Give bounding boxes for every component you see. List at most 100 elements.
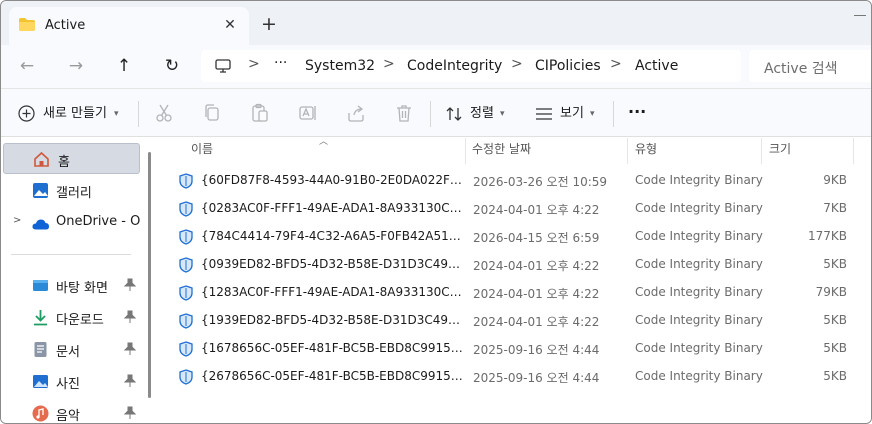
sidebar-item-label: 갤러리 — [56, 186, 92, 201]
column-header-size[interactable]: 크기 — [769, 138, 791, 164]
folder-icon — [19, 18, 35, 31]
more-locations-button[interactable]: ··· — [274, 55, 287, 71]
sidebar-divider — [11, 254, 131, 255]
shield-icon — [179, 313, 193, 329]
sidebar-item-desktop[interactable]: 바탕 화면 — [1, 270, 141, 301]
shield-icon — [179, 369, 193, 385]
file-name: {1939ED82-BFD5-4D32-B58E-D31D3C49715... — [201, 313, 465, 327]
shield-icon — [179, 201, 193, 217]
pin-icon[interactable] — [124, 310, 136, 324]
toolbar-divider — [613, 101, 614, 127]
table-row[interactable]: {1283AC0F-FFF1-49AE-ADA1-8A933130CAD6} 20… — [175, 279, 855, 307]
up-arrow-icon[interactable]: ↑ — [113, 55, 135, 77]
sidebar-item-music[interactable]: 음악 — [1, 398, 141, 423]
file-name: {60FD87F8-4593-44A0-91B0-2E0DA022F248} — [201, 173, 465, 187]
file-name: {0939ED82-BFD5-4D32-B58E-D31D3C49715... — [201, 257, 465, 271]
file-list: ︿ 이름 수정한 날짜 유형 크기 {60FD87F8-4593-44A0-91… — [155, 137, 871, 423]
plus-circle-icon — [18, 105, 35, 122]
chevron-right-icon: > — [511, 56, 523, 72]
chevron-right-icon: > — [383, 56, 395, 72]
onedrive-icon — [32, 219, 49, 230]
gallery-icon — [33, 183, 48, 198]
desktop-icon — [33, 280, 48, 291]
home-icon — [34, 151, 49, 167]
file-size: 177KB — [807, 229, 847, 243]
file-type: Code Integrity Binary — [635, 229, 763, 243]
shield-icon — [179, 229, 193, 245]
file-name: {2678656C-05EF-481F-BC5B-EBD8C991502D} — [201, 369, 465, 383]
more-options-icon[interactable]: ··· — [628, 101, 646, 123]
breadcrumb-system32[interactable]: System32 — [305, 58, 375, 74]
share-icon[interactable] — [346, 103, 366, 123]
chevron-down-icon: ▾ — [500, 109, 505, 119]
back-arrow-icon[interactable]: ← — [16, 55, 38, 77]
breadcrumb-cipolicies[interactable]: CIPolicies — [535, 58, 601, 74]
file-date: 2025-09-16 오전 4:44 — [473, 343, 600, 357]
column-divider[interactable] — [761, 138, 762, 164]
file-type: Code Integrity Binary — [635, 285, 763, 299]
chevron-right-icon: > — [248, 56, 260, 72]
copy-icon[interactable] — [202, 103, 222, 123]
paste-icon[interactable] — [250, 103, 270, 123]
table-row[interactable]: {2678656C-05EF-481F-BC5B-EBD8C991502D} 20… — [175, 363, 855, 391]
breadcrumb-codeintegrity[interactable]: CodeIntegrity — [407, 58, 502, 74]
file-size: 7KB — [823, 201, 847, 215]
rename-icon[interactable] — [298, 103, 318, 123]
table-row[interactable]: {0283AC0F-FFF1-49AE-ADA1-8A933130CAD6} 20… — [175, 195, 855, 223]
forward-arrow-icon[interactable]: → — [65, 55, 87, 77]
file-date: 2024-04-01 오후 4:22 — [473, 315, 600, 329]
new-tab-icon[interactable]: + — [259, 14, 279, 34]
sidebar-item-home[interactable]: 홈 — [3, 143, 140, 174]
column-header-date[interactable]: 수정한 날짜 — [472, 138, 531, 164]
sidebar-item-downloads[interactable]: 다운로드 — [1, 302, 141, 333]
breadcrumb-active[interactable]: Active — [635, 58, 678, 74]
computer-icon — [215, 59, 231, 73]
sidebar-item-onedrive[interactable]: > OneDrive - OnMicrosoft — [1, 207, 141, 238]
file-name: {784C4414-79F4-4C32-A6A5-F0FB42A51D0D} — [201, 229, 465, 243]
table-row[interactable]: {1939ED82-BFD5-4D32-B58E-D31D3C49715... 2… — [175, 307, 855, 335]
file-name: {1678656C-05EF-481F-BC5B-EBD8C991502D} — [201, 341, 465, 355]
column-divider[interactable] — [853, 138, 854, 164]
sidebar-item-pictures[interactable]: 사진 — [1, 366, 141, 397]
chevron-right-icon[interactable]: > — [13, 215, 21, 226]
address-bar[interactable]: > ··· System32 > CodeIntegrity > CIPolic… — [201, 50, 741, 82]
file-date: 2025-09-16 오전 4:44 — [473, 371, 600, 385]
pin-icon[interactable] — [124, 406, 136, 420]
column-header-type[interactable]: 유형 — [635, 138, 657, 164]
close-tab-icon[interactable]: ✕ — [221, 16, 239, 34]
table-row[interactable]: {60FD87F8-4593-44A0-91B0-2E0DA022F248} 20… — [175, 167, 855, 195]
column-header-name[interactable]: 이름 — [191, 138, 213, 164]
music-icon — [32, 405, 49, 422]
pin-icon[interactable] — [124, 374, 136, 388]
cut-icon[interactable] — [154, 103, 174, 123]
sidebar-scrollbar[interactable] — [148, 152, 151, 398]
toolbar-divider — [430, 101, 431, 127]
file-size: 79KB — [815, 285, 847, 299]
tab-active[interactable]: Active ✕ — [9, 7, 249, 45]
delete-icon[interactable] — [394, 103, 414, 123]
table-row[interactable]: {1678656C-05EF-481F-BC5B-EBD8C991502D} 20… — [175, 335, 855, 363]
table-row[interactable]: {784C4414-79F4-4C32-A6A5-F0FB42A51D0D} 20… — [175, 223, 855, 251]
sidebar-item-documents[interactable]: 문서 — [1, 334, 141, 365]
file-type: Code Integrity Binary — [635, 313, 763, 327]
file-size: 5KB — [823, 369, 847, 383]
file-type: Code Integrity Binary — [635, 257, 763, 271]
file-date: 2024-04-01 오후 4:22 — [473, 203, 600, 217]
shield-icon — [179, 173, 193, 189]
table-row[interactable]: {0939ED82-BFD5-4D32-B58E-D31D3C49715... 2… — [175, 251, 855, 279]
sort-ascending-icon: ︿ — [319, 137, 329, 147]
column-divider[interactable] — [627, 138, 628, 164]
chevron-down-icon: ▾ — [590, 109, 595, 119]
refresh-icon[interactable]: ↻ — [161, 55, 183, 77]
sidebar-item-gallery[interactable]: 갤러리 — [1, 175, 141, 206]
pin-icon[interactable] — [124, 278, 136, 292]
file-type: Code Integrity Binary — [635, 369, 763, 383]
file-date: 2026-04-15 오전 6:59 — [473, 231, 600, 245]
file-size: 9KB — [823, 173, 847, 187]
tab-bar: Active ✕ + — [1, 1, 871, 45]
search-input[interactable]: Active 검색 — [749, 50, 871, 82]
file-date: 2024-04-01 오후 4:22 — [473, 287, 600, 301]
column-divider[interactable] — [465, 138, 466, 164]
minimize-icon[interactable] — [854, 15, 866, 16]
pin-icon[interactable] — [124, 342, 136, 356]
